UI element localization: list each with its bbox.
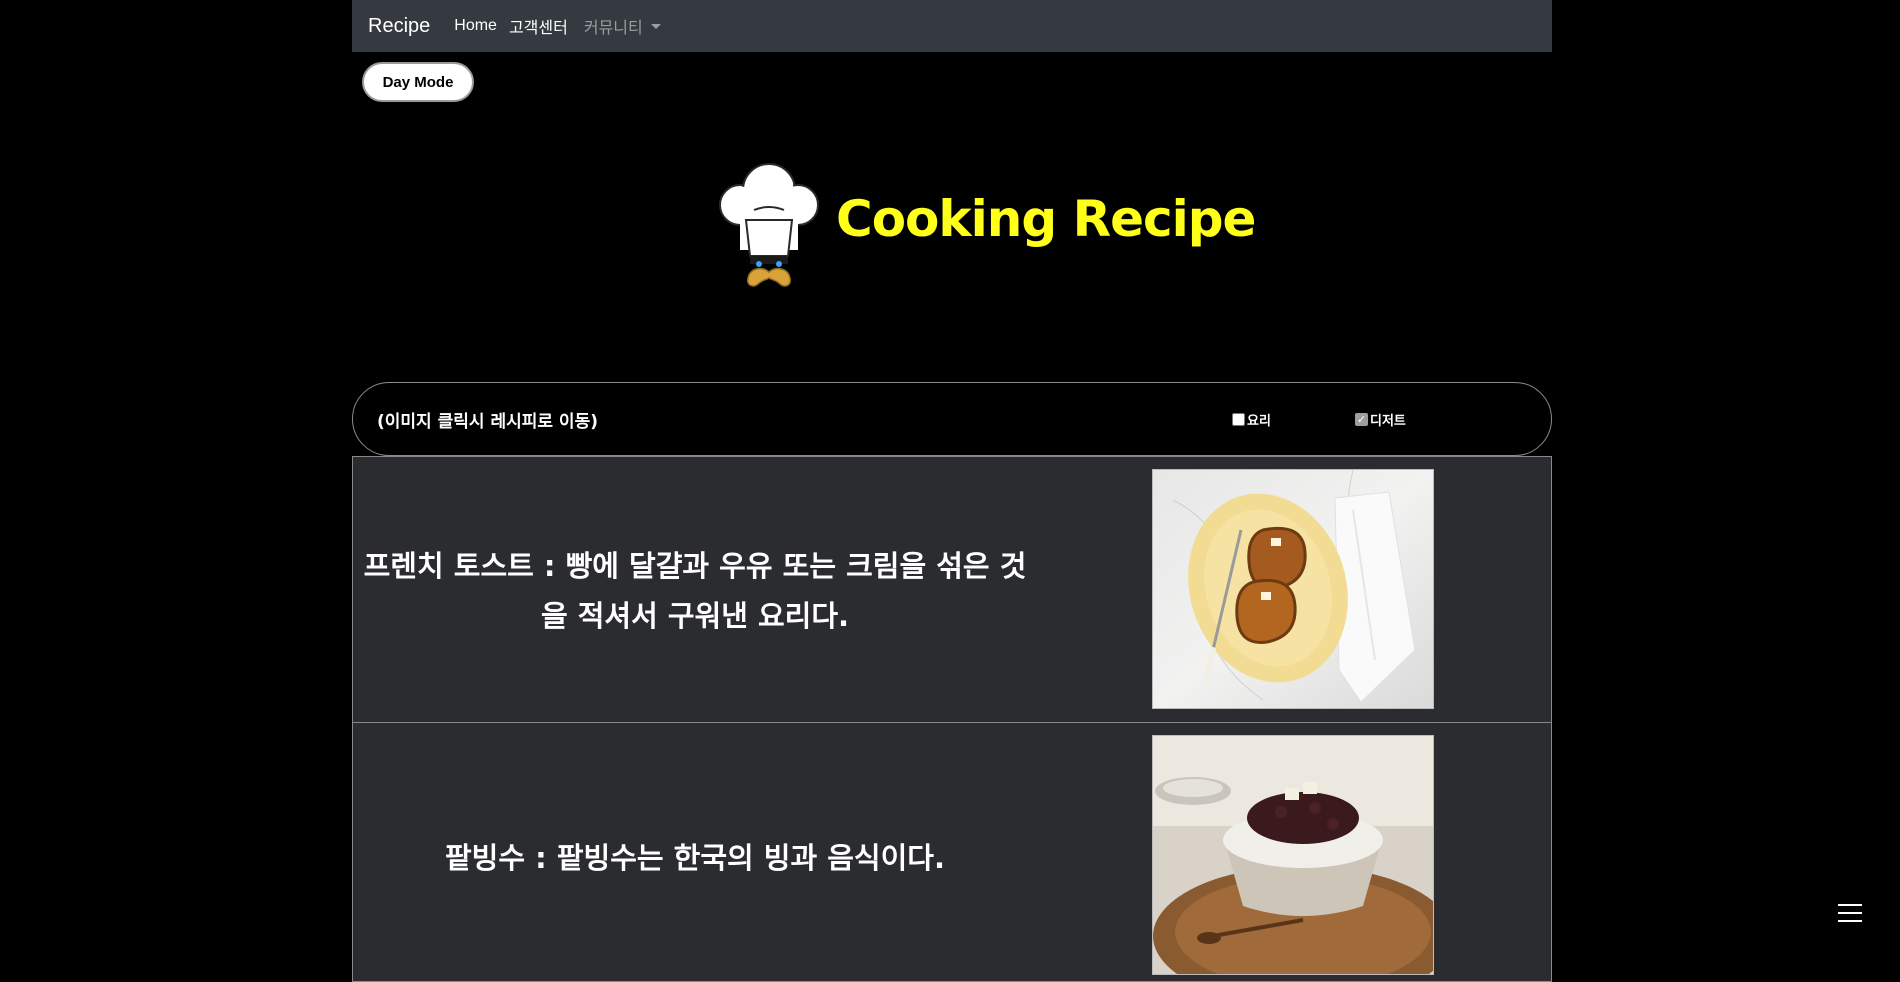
filter-label-dessert: 디저트: [1370, 414, 1406, 429]
nav-dropdown-community[interactable]: 커뮤니티: [584, 14, 661, 38]
category-filter-bar: (이미지 클릭시 레시피로 이동) 요리 ✓ 디저트: [352, 382, 1552, 456]
filter-checkbox-cooking[interactable]: 요리: [1232, 410, 1271, 429]
recipe-image-french-toast[interactable]: [1152, 469, 1434, 709]
filter-label-cooking: 요리: [1247, 414, 1271, 429]
recipe-description: 팥빙수 : 팥빙수는 한국의 빙과 음식이다.: [445, 841, 945, 875]
page-container: Recipe Home 고객센터 커뮤니티 Day Mode Cooking R…: [352, 0, 1552, 982]
checkbox-unchecked-icon[interactable]: [1232, 413, 1245, 426]
recipe-row: 팥빙수 : 팥빙수는 한국의 빙과 음식이다.: [352, 722, 1552, 982]
recipe-image-patbingsu[interactable]: [1152, 735, 1434, 975]
day-mode-button[interactable]: Day Mode: [362, 62, 474, 102]
filter-checkbox-dessert[interactable]: ✓ 디저트: [1355, 410, 1406, 429]
hamburger-menu-icon[interactable]: [1838, 904, 1862, 924]
nav-link-home[interactable]: Home: [454, 17, 497, 35]
caret-down-icon: [650, 23, 661, 29]
navbar-brand[interactable]: Recipe: [368, 15, 430, 38]
chef-hat-mustache-icon: [719, 163, 819, 287]
site-logo: Cooking Recipe: [714, 160, 1256, 300]
top-navbar: Recipe Home 고객센터 커뮤니티: [352, 0, 1552, 52]
nav-link-support[interactable]: 고객센터: [509, 14, 568, 38]
nav-dropdown-community-label: 커뮤니티: [583, 20, 643, 37]
checkbox-checked-icon[interactable]: ✓: [1355, 413, 1368, 426]
recipe-description: 프렌치 토스트 : 빵에 달걀과 우유 또는 크림을 섞은 것을 적셔서 구워낸…: [363, 549, 1027, 633]
logo-title: Cooking Recipe: [836, 190, 1256, 248]
filter-hint-text: (이미지 클릭시 레시피로 이동): [377, 412, 598, 432]
recipe-row: 프렌치 토스트 : 빵에 달걀과 우유 또는 크림을 섞은 것을 적셔서 구워낸…: [352, 456, 1552, 723]
